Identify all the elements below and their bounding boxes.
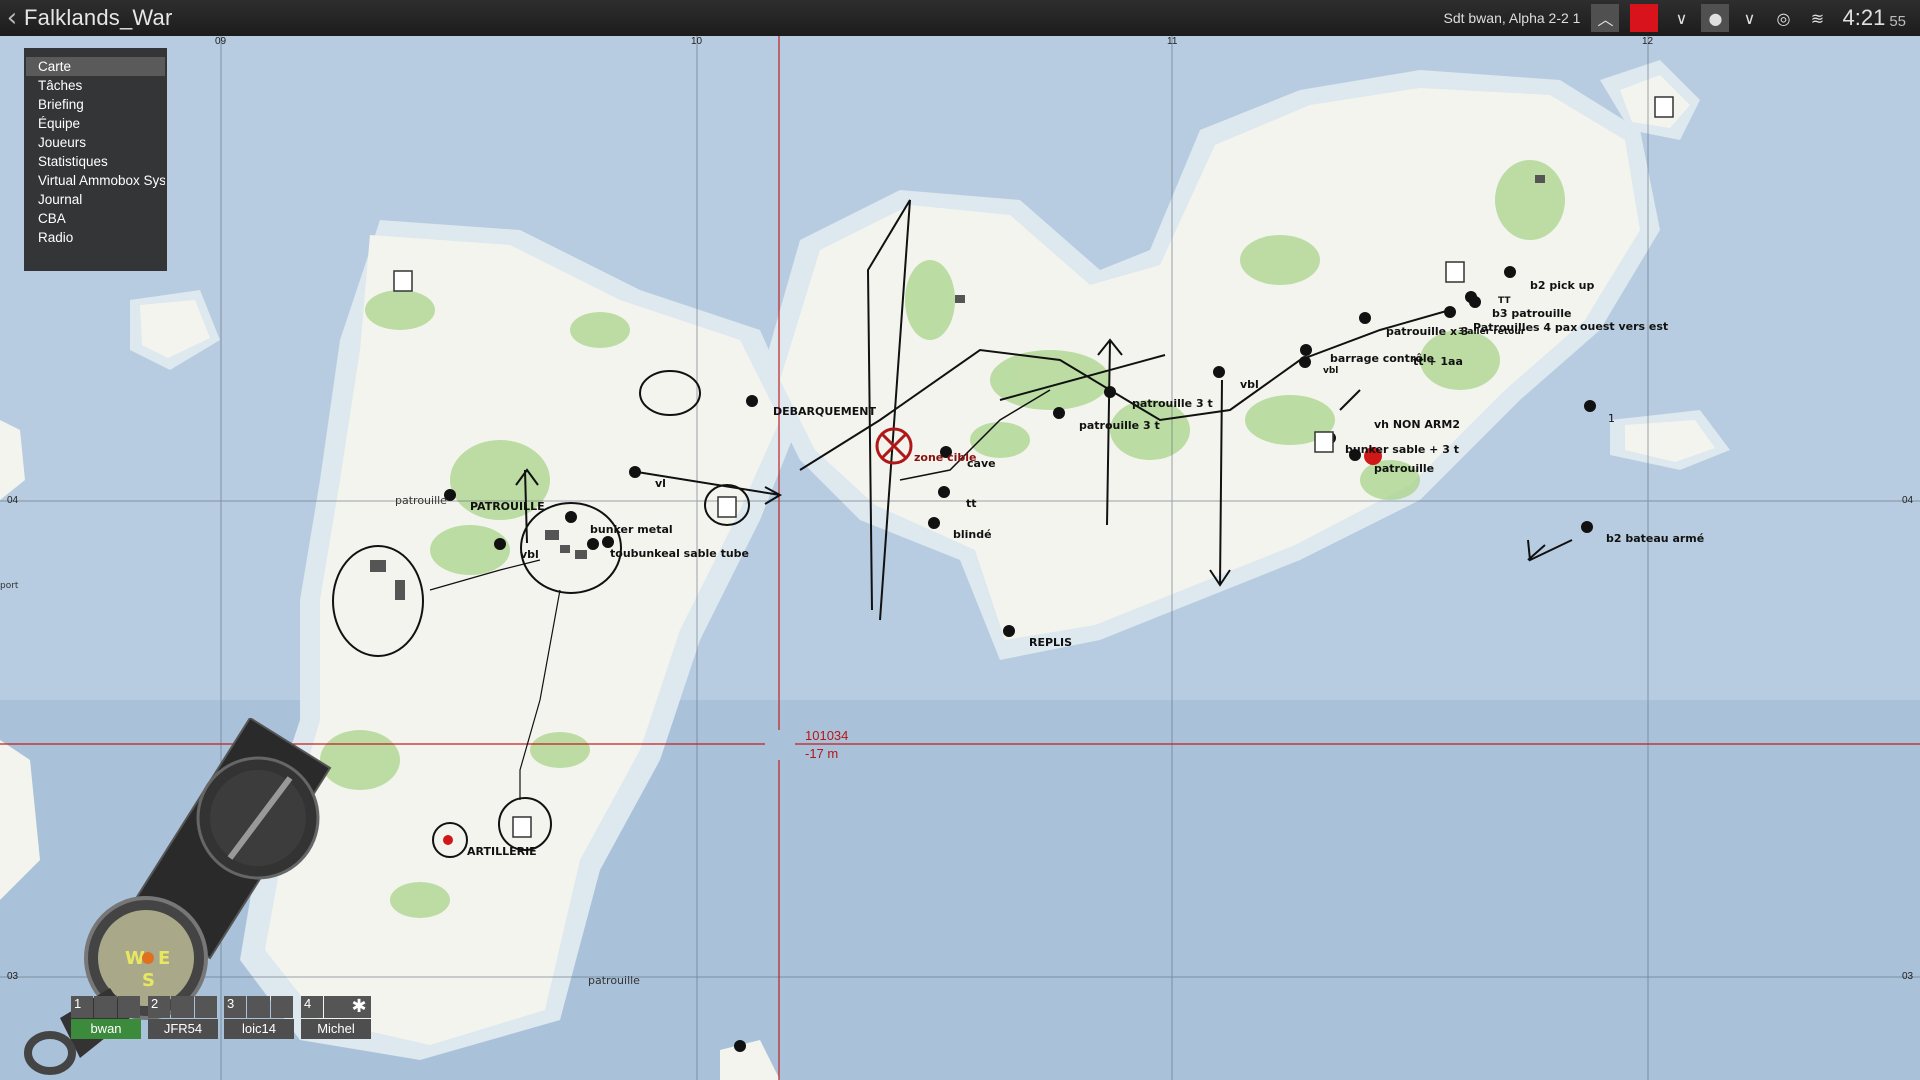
slot-number-label: 2 [148, 996, 171, 1018]
grid-label-top-10: 10 [691, 36, 703, 47]
player-name: Sdt bwan, Alpha 2-2 1 [1443, 10, 1581, 26]
menu-item-carte[interactable]: Carte [26, 57, 165, 76]
marker-patrouille-caps[interactable]: PATROUILLE [470, 500, 545, 513]
marker-port[interactable]: port [0, 581, 18, 591]
marker-color-swatch[interactable] [1630, 4, 1659, 32]
grid-label-right-04: 04 [1902, 495, 1914, 506]
clock-time: 4:21 [1842, 5, 1886, 30]
marker-aller-retour[interactable]: 3 aller retour [1458, 327, 1525, 337]
menu-item-taches[interactable]: Tâches [26, 76, 165, 95]
menu-item-equipe[interactable]: Équipe [26, 114, 165, 133]
menu-item-joueurs[interactable]: Joueurs [26, 133, 165, 152]
squad-member-name: JFR54 [148, 1019, 218, 1039]
marker-b2-bateau[interactable]: b2 bateau armé [1606, 532, 1704, 545]
marker-debarquement[interactable]: DEBARQUEMENT [773, 405, 876, 418]
grid-label-left-04: 04 [7, 495, 19, 506]
chevron-left-icon[interactable]: ‹ [0, 3, 24, 33]
marker-bunker-metal[interactable]: bunker metal [590, 523, 673, 536]
marker-artillerie[interactable]: ARTILLERIE [467, 845, 537, 858]
slot-number: 2 [148, 996, 218, 1018]
squad-slot-1[interactable]: 1 bwan [71, 996, 141, 1042]
cursor-elevation: -17 m [805, 746, 839, 761]
marker-vbl-east[interactable]: vbl [1323, 366, 1338, 376]
menu-item-radio[interactable]: Radio [26, 228, 165, 247]
marker-vl[interactable]: vl [655, 477, 666, 490]
marker-tt[interactable]: tt [966, 497, 977, 510]
squad-slot-2[interactable]: 2 JFR54 [148, 996, 218, 1042]
menu-item-briefing[interactable]: Briefing [26, 95, 165, 114]
marker-bunker-sable-3t[interactable]: bunker sable + 3 t [1345, 443, 1459, 456]
menu-item-journal[interactable]: Journal [26, 190, 165, 209]
marker-patrouille-3t-a[interactable]: patrouille 3 t [1132, 397, 1213, 410]
marker-patrouille-east[interactable]: patrouille [1374, 462, 1434, 475]
menu-item-statistiques[interactable]: Statistiques [26, 152, 165, 171]
side-menu: Carte Tâches Briefing Équipe Joueurs Sta… [24, 48, 167, 271]
marker-patrouille-x3[interactable]: patrouille x 3 [1386, 325, 1469, 338]
top-bar: ‹ Falklands_War Sdt bwan, Alpha 2-2 1 ︿ … [0, 0, 1920, 36]
marker-vbl-west[interactable]: vbl [520, 548, 539, 561]
marker-b2-pickup[interactable]: b2 pick up [1530, 279, 1594, 292]
gps-icon[interactable]: ◎ [1769, 4, 1797, 32]
marker-bunker-sable[interactable]: toubunkeal sable tube [610, 547, 749, 560]
marker-patrouille[interactable]: patrouille [395, 494, 447, 507]
grid-label-top-11: 11 [1167, 36, 1178, 47]
grid-label-top-12: 12 [1642, 36, 1654, 47]
top-right-group: Sdt bwan, Alpha 2-2 1 ︿ ∨ ● ∨ ◎ ≋ 4:21 5… [1443, 0, 1920, 36]
squad-member-name: bwan [71, 1019, 141, 1039]
marker-ouest-vers-est[interactable]: ouest vers est [1580, 320, 1668, 333]
squad-slot-3[interactable]: 3 loic14 [224, 996, 294, 1042]
layers-icon[interactable]: ≋ [1803, 4, 1831, 32]
marker-b3-patrouille[interactable]: b3 patrouille [1492, 307, 1572, 320]
svg-text:W: W [125, 948, 145, 969]
chevron-down-icon[interactable]: ∨ [1735, 4, 1763, 32]
grid-label-top-09: 09 [215, 36, 227, 47]
marker-one[interactable]: 1 [1608, 412, 1615, 425]
marker-vh-non-arm2[interactable]: vh NON ARM2 [1374, 418, 1460, 431]
marker-patrouille-3t-b[interactable]: patrouille 3 t [1079, 419, 1160, 432]
squad-member-name: loic14 [224, 1019, 294, 1039]
slot-number-label: 3 [224, 996, 247, 1018]
page-title: Falklands_War [24, 5, 173, 30]
menu-item-cba[interactable]: CBA [26, 209, 165, 228]
marker-vbl-center[interactable]: vbl [1240, 378, 1259, 391]
grid-label-right-03: 03 [1902, 971, 1914, 982]
asterisk-icon[interactable]: ✱ [347, 996, 371, 1018]
marker-tt-1aa[interactable]: tt + 1aa [1413, 355, 1463, 368]
svg-text:S: S [142, 970, 155, 991]
slot-number: 3 [224, 996, 294, 1018]
slot-number: 1 [71, 996, 141, 1018]
cursor-coordinate: 101034 [805, 728, 849, 743]
marker-patrouille-south[interactable]: patrouille [588, 974, 640, 987]
slot-number-label: 4 [301, 996, 324, 1018]
svg-text:E: E [158, 948, 170, 969]
clock-seconds: 55 [1889, 12, 1906, 30]
grid-label-left-03: 03 [7, 971, 19, 982]
chevron-down-icon[interactable]: ∨ [1667, 4, 1695, 32]
marker-replis[interactable]: REPLIS [1029, 636, 1072, 649]
marker-blinde[interactable]: blindé [953, 528, 992, 541]
squad-member-name: Michel [301, 1019, 371, 1039]
dot-icon[interactable]: ● [1701, 4, 1730, 32]
marker-cave[interactable]: cave [967, 457, 996, 470]
chevron-up-icon[interactable]: ︿ [1591, 4, 1620, 32]
slot-number-label: 1 [71, 996, 94, 1018]
marker-tt-east[interactable]: TT [1498, 296, 1511, 306]
menu-item-virtual-ammobox[interactable]: Virtual Ammobox System [26, 171, 165, 190]
